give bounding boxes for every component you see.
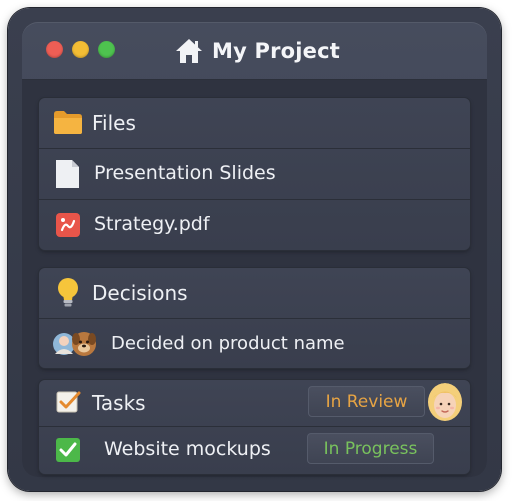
status-badge-label: In Review [325, 391, 408, 412]
tasks-panel: Tasks In Review Website mockups In Progr… [39, 380, 470, 474]
close-button[interactable] [46, 41, 63, 58]
decision-item-label: Decided on product name [111, 333, 345, 354]
task-item[interactable]: Website mockups In Progress [39, 427, 470, 474]
title-bar: My Project [22, 22, 487, 80]
folder-icon [54, 111, 82, 134]
zoom-button[interactable] [98, 41, 115, 58]
tasks-header[interactable]: Tasks In Review [39, 380, 470, 426]
lightbulb-icon [58, 278, 78, 307]
decisions-panel: Decisions Decided on product name [39, 268, 470, 368]
window-title: My Project [212, 39, 340, 63]
file-item[interactable]: Presentation Slides [39, 149, 470, 199]
files-panel: Files Presentation Slides Strategy.pdf [39, 98, 470, 250]
task-item-label: Website mockups [104, 438, 271, 460]
checkbox-icon [56, 391, 81, 413]
document-icon [56, 160, 79, 188]
file-item-label: Presentation Slides [94, 162, 276, 184]
decisions-heading: Decisions [92, 281, 188, 305]
decision-item[interactable]: Decided on product name [39, 319, 470, 369]
files-header[interactable]: Files [39, 98, 470, 148]
status-badge[interactable]: In Review [308, 386, 425, 417]
files-heading: Files [92, 111, 136, 135]
checkmark-done-icon[interactable] [55, 437, 81, 463]
avatar[interactable] [427, 383, 463, 423]
user-avatars-icon [52, 330, 102, 358]
window-controls [46, 41, 115, 58]
window-frame: My Project Files Presentation Slides Str… [22, 22, 487, 477]
tasks-heading: Tasks [92, 391, 146, 415]
project-content: Files Presentation Slides Strategy.pdf D… [22, 80, 487, 477]
home-icon [176, 39, 202, 63]
window-title-group: My Project [174, 35, 340, 67]
minimize-button[interactable] [72, 41, 89, 58]
file-item-label: Strategy.pdf [94, 213, 210, 235]
app-window: My Project Files Presentation Slides Str… [8, 8, 501, 491]
status-badge-label: In Progress [323, 438, 418, 459]
status-badge[interactable]: In Progress [307, 433, 434, 464]
decisions-header[interactable]: Decisions [39, 268, 470, 318]
pdf-icon [56, 213, 80, 237]
file-item[interactable]: Strategy.pdf [39, 200, 470, 250]
